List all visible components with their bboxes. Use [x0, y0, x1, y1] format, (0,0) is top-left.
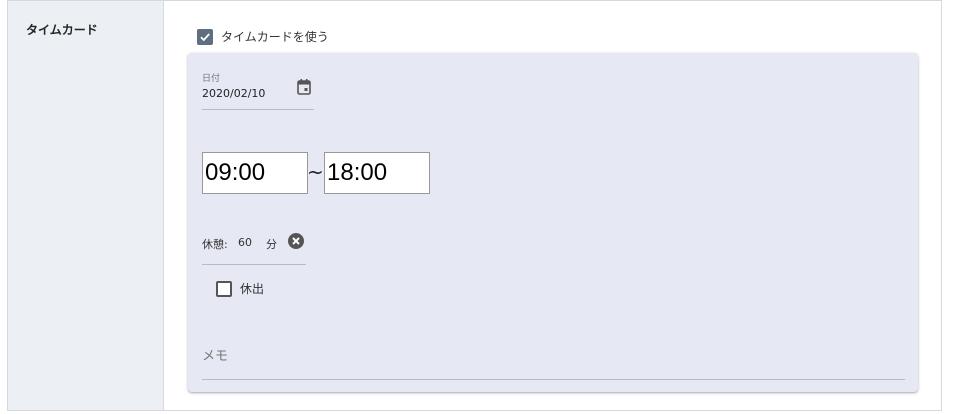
use-timecard-row[interactable]: タイムカードを使う: [197, 28, 329, 45]
use-timecard-checkbox[interactable]: [197, 28, 213, 45]
memo-input[interactable]: [202, 349, 905, 364]
break-unit: 分: [266, 238, 277, 251]
date-field[interactable]: 日付 2020/02/10: [202, 69, 314, 110]
holiday-checkbox[interactable]: [216, 280, 232, 297]
break-value[interactable]: 60: [238, 236, 252, 249]
timecard-section: タイムカード タイムカードを使う 日付 2020/02/10 09:00 ~ 1…: [7, 0, 942, 411]
close-circle-icon[interactable]: [288, 233, 304, 253]
label-column: タイムカード: [8, 1, 164, 410]
content-area: タイムカードを使う 日付 2020/02/10 09:00 ~ 18:00 休憩…: [164, 1, 941, 410]
start-time-input[interactable]: 09:00: [202, 152, 308, 194]
holiday-row[interactable]: 休出: [216, 280, 264, 297]
calendar-icon[interactable]: [297, 79, 311, 99]
check-icon: [200, 32, 210, 41]
end-time-input[interactable]: 18:00: [324, 152, 430, 194]
section-label: タイムカード: [26, 23, 98, 37]
break-field[interactable]: 休憩: 60 分: [202, 228, 306, 265]
break-label: 休憩:: [202, 238, 228, 251]
holiday-label: 休出: [240, 282, 265, 296]
date-caption: 日付: [202, 74, 221, 84]
time-separator: ~: [307, 160, 324, 184]
timecard-card: 日付 2020/02/10 09:00 ~ 18:00 休憩: 60 分 休出 …: [188, 53, 918, 392]
memo-field[interactable]: [202, 341, 905, 380]
use-timecard-label: タイムカードを使う: [221, 30, 329, 44]
date-value[interactable]: 2020/02/10: [202, 87, 265, 100]
